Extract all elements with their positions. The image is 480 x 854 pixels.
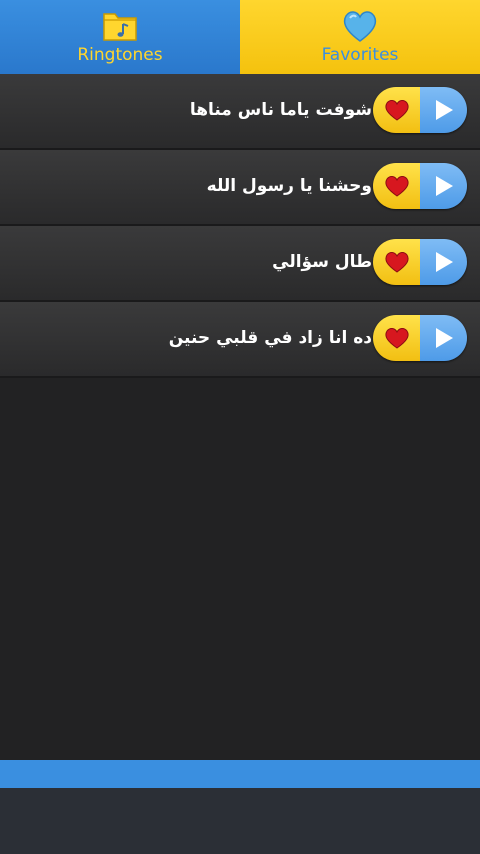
ringtone-title: وحشنا يا رسول الله (206, 176, 372, 196)
favorite-button[interactable] (373, 315, 420, 361)
heart-icon (384, 328, 409, 349)
favorite-button[interactable] (373, 163, 420, 209)
ringtone-controls (373, 239, 467, 285)
ringtone-row[interactable]: وحشنا يا رسول الله (0, 150, 480, 226)
play-icon (435, 328, 453, 348)
music-folder-icon (101, 8, 139, 44)
play-button[interactable] (420, 87, 467, 133)
play-button[interactable] (420, 239, 467, 285)
ringtone-row[interactable]: طال سؤالي (0, 226, 480, 302)
ringtone-title: طال سؤالي (272, 252, 372, 272)
heart-icon (341, 8, 379, 44)
play-button[interactable] (420, 315, 467, 361)
favorite-button[interactable] (373, 87, 420, 133)
bottom-bar (0, 760, 480, 788)
tab-bar: Ringtones Favorites (0, 0, 480, 74)
tab-ringtones[interactable]: Ringtones (0, 0, 240, 74)
heart-icon (384, 252, 409, 273)
ringtone-title: شوفت ياما ناس مناها (189, 100, 372, 120)
ringtone-row[interactable]: شوفت ياما ناس مناها (0, 74, 480, 150)
ringtone-title: ده انا زاد في قلبي حنين (168, 328, 372, 348)
tab-favorites[interactable]: Favorites (240, 0, 480, 74)
ringtone-list: شوفت ياما ناس مناها وحشنا يا رسول الله ط… (0, 74, 480, 378)
play-button[interactable] (420, 163, 467, 209)
ad-area (0, 788, 480, 854)
play-icon (435, 100, 453, 120)
heart-icon (384, 176, 409, 197)
ringtone-controls (373, 163, 467, 209)
tab-label-ringtones: Ringtones (77, 45, 163, 65)
heart-icon (384, 100, 409, 121)
play-icon (435, 252, 453, 272)
ringtone-row[interactable]: ده انا زاد في قلبي حنين (0, 302, 480, 378)
tab-label-favorites: Favorites (321, 45, 399, 65)
play-icon (435, 176, 453, 196)
favorite-button[interactable] (373, 239, 420, 285)
ringtone-controls (373, 315, 467, 361)
ringtone-controls (373, 87, 467, 133)
